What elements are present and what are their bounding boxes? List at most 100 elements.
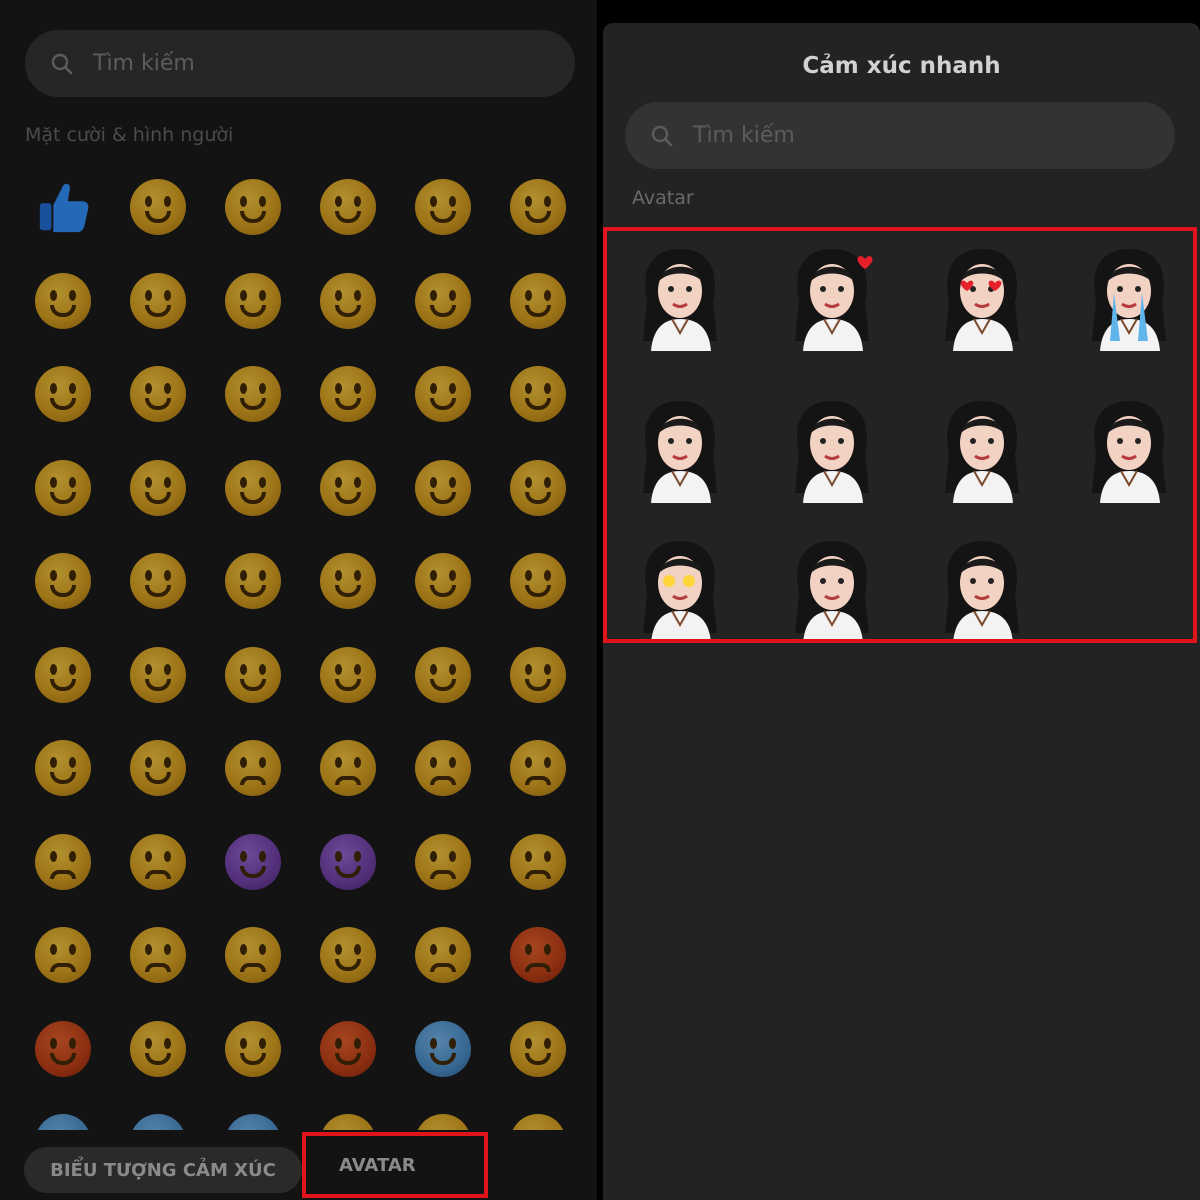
- emoji-joy[interactable]: [205, 254, 300, 348]
- avatar-facepalm-sticker[interactable]: [777, 533, 887, 639]
- emoji-smiley[interactable]: [205, 160, 300, 254]
- emoji-kissing-heart[interactable]: [205, 441, 300, 535]
- emoji-search-input[interactable]: Tìm kiếm: [25, 30, 575, 97]
- emoji-monocle[interactable]: [15, 628, 110, 722]
- emoji-zany[interactable]: [395, 534, 490, 628]
- emoji-pleading[interactable]: [15, 908, 110, 1002]
- emoji-partial-5[interactable]: [395, 1095, 490, 1130]
- emoji-angry[interactable]: [395, 908, 490, 1002]
- avatar-clapping-sticker[interactable]: [777, 393, 887, 503]
- search-placeholder: Tìm kiếm: [693, 123, 795, 148]
- emoji-face-with-tear[interactable]: [395, 254, 490, 348]
- emoji-innocent[interactable]: [110, 347, 205, 441]
- emoji-relaxed[interactable]: [490, 254, 585, 348]
- emoji-cold-face[interactable]: [395, 1002, 490, 1096]
- emoji-wink[interactable]: [395, 347, 490, 441]
- avatar-heart-eyes-sticker[interactable]: [927, 241, 1037, 351]
- emoji-grinning[interactable]: [110, 160, 205, 254]
- emoji-kissing[interactable]: [300, 441, 395, 535]
- tab-emoji[interactable]: BIỂU TƯỢNG CẢM XÚC: [24, 1147, 302, 1193]
- emoji-partial-2[interactable]: [110, 1095, 205, 1130]
- sweat-smile-icon: [129, 272, 186, 329]
- emoji-exploding-head[interactable]: [110, 1002, 205, 1096]
- avatar-winking-sticker[interactable]: [625, 393, 735, 503]
- emoji-laughing[interactable]: [490, 160, 585, 254]
- emoji-cursing[interactable]: [15, 1002, 110, 1096]
- winking-tongue-icon: [319, 553, 376, 609]
- emoji-smile[interactable]: [300, 160, 395, 254]
- emoji-beaming[interactable]: [395, 160, 490, 254]
- emoji-winking-tongue[interactable]: [300, 534, 395, 628]
- emoji-partial-4[interactable]: [300, 1095, 395, 1130]
- heart-eyes-icon: [34, 459, 91, 516]
- emoji-partial-6[interactable]: [490, 1095, 585, 1130]
- emoji-nerd[interactable]: [110, 628, 205, 722]
- emoji-hot-face[interactable]: [300, 1002, 395, 1096]
- emoji-frowning[interactable]: [110, 815, 205, 909]
- emoji-sweat-smile[interactable]: [110, 254, 205, 348]
- avatar-laughing-sticker[interactable]: [1074, 393, 1184, 503]
- avatar-thumbs-up-sticker[interactable]: [625, 241, 735, 351]
- emoji-sunglasses[interactable]: [205, 628, 300, 722]
- emoji-disappointed[interactable]: [300, 721, 395, 815]
- emoji-smiling-hearts[interactable]: [110, 441, 205, 535]
- emoji-upside-down[interactable]: [300, 347, 395, 441]
- emoji-thumbs-up[interactable]: [15, 160, 110, 254]
- emoji-relieved[interactable]: [490, 347, 585, 441]
- emoji-partying[interactable]: [490, 628, 585, 722]
- emoji-star-struck[interactable]: [395, 628, 490, 722]
- search-placeholder: Tìm kiếm: [93, 51, 195, 76]
- emoji-face-in-clouds[interactable]: [490, 1002, 585, 1096]
- emoji-slight-smile[interactable]: [205, 347, 300, 441]
- avatar-crying-sticker[interactable]: [1074, 241, 1184, 351]
- star-struck-icon: [414, 646, 471, 703]
- emoji-raised-eyebrow[interactable]: [490, 534, 585, 628]
- avatar-star-eyes-sticker[interactable]: [625, 533, 735, 639]
- emoji-weary[interactable]: [490, 815, 585, 909]
- emoji-smirk[interactable]: [15, 721, 110, 815]
- emoji-pensive[interactable]: [205, 721, 300, 815]
- emoji-kissing-smiling-eyes[interactable]: [395, 441, 490, 535]
- emoji-flushed[interactable]: [205, 1002, 300, 1096]
- search-icon: [51, 53, 73, 75]
- emoji-yum[interactable]: [15, 534, 110, 628]
- exploding-head-icon: [129, 1020, 186, 1077]
- emoji-tired[interactable]: [395, 815, 490, 909]
- avatar-search-input[interactable]: Tìm kiếm: [625, 102, 1175, 169]
- tab-avatar[interactable]: AVATAR: [302, 1132, 488, 1198]
- emoji-steam-nose[interactable]: [300, 908, 395, 1002]
- avatar-shrugging-sticker[interactable]: [927, 533, 1037, 639]
- emoji-slight-frown[interactable]: [15, 815, 110, 909]
- kissing-smiling-eyes-icon: [414, 459, 471, 516]
- monocle-icon: [34, 646, 91, 703]
- emoji-kissing-closed-eyes[interactable]: [490, 441, 585, 535]
- avatar-blowing-kiss-sticker[interactable]: [777, 241, 887, 351]
- emoji-persevering[interactable]: [300, 815, 395, 909]
- emoji-sobbing[interactable]: [205, 908, 300, 1002]
- innocent-icon: [129, 366, 186, 422]
- emoji-tongue[interactable]: [110, 534, 205, 628]
- emoji-squinting-tongue[interactable]: [205, 534, 300, 628]
- avatar-thinking-sticker[interactable]: [927, 393, 1037, 503]
- emoji-unamused[interactable]: [110, 721, 205, 815]
- kissing-heart-icon: [224, 459, 281, 516]
- emoji-rofl[interactable]: [300, 254, 395, 348]
- emoji-confounded[interactable]: [205, 815, 300, 909]
- slight-frown-icon: [34, 833, 91, 890]
- emoji-holding-back-tears[interactable]: [15, 254, 110, 348]
- emoji-sad-sweat[interactable]: [110, 908, 205, 1002]
- emoji-confused[interactable]: [490, 721, 585, 815]
- emoji-heart-eyes[interactable]: [15, 441, 110, 535]
- emoji-partial-1[interactable]: [15, 1095, 110, 1130]
- emoji-worried[interactable]: [395, 721, 490, 815]
- partial-6-icon: [509, 1114, 566, 1130]
- thumbs-up-icon: [34, 178, 92, 236]
- partying-icon: [509, 646, 566, 703]
- emoji-partial-3[interactable]: [205, 1095, 300, 1130]
- search-icon: [651, 125, 673, 147]
- emoji-pouting[interactable]: [490, 908, 585, 1002]
- emoji-blush[interactable]: [15, 347, 110, 441]
- smiley-icon: [224, 179, 281, 235]
- emoji-disguised[interactable]: [300, 628, 395, 722]
- squinting-tongue-icon: [224, 553, 281, 609]
